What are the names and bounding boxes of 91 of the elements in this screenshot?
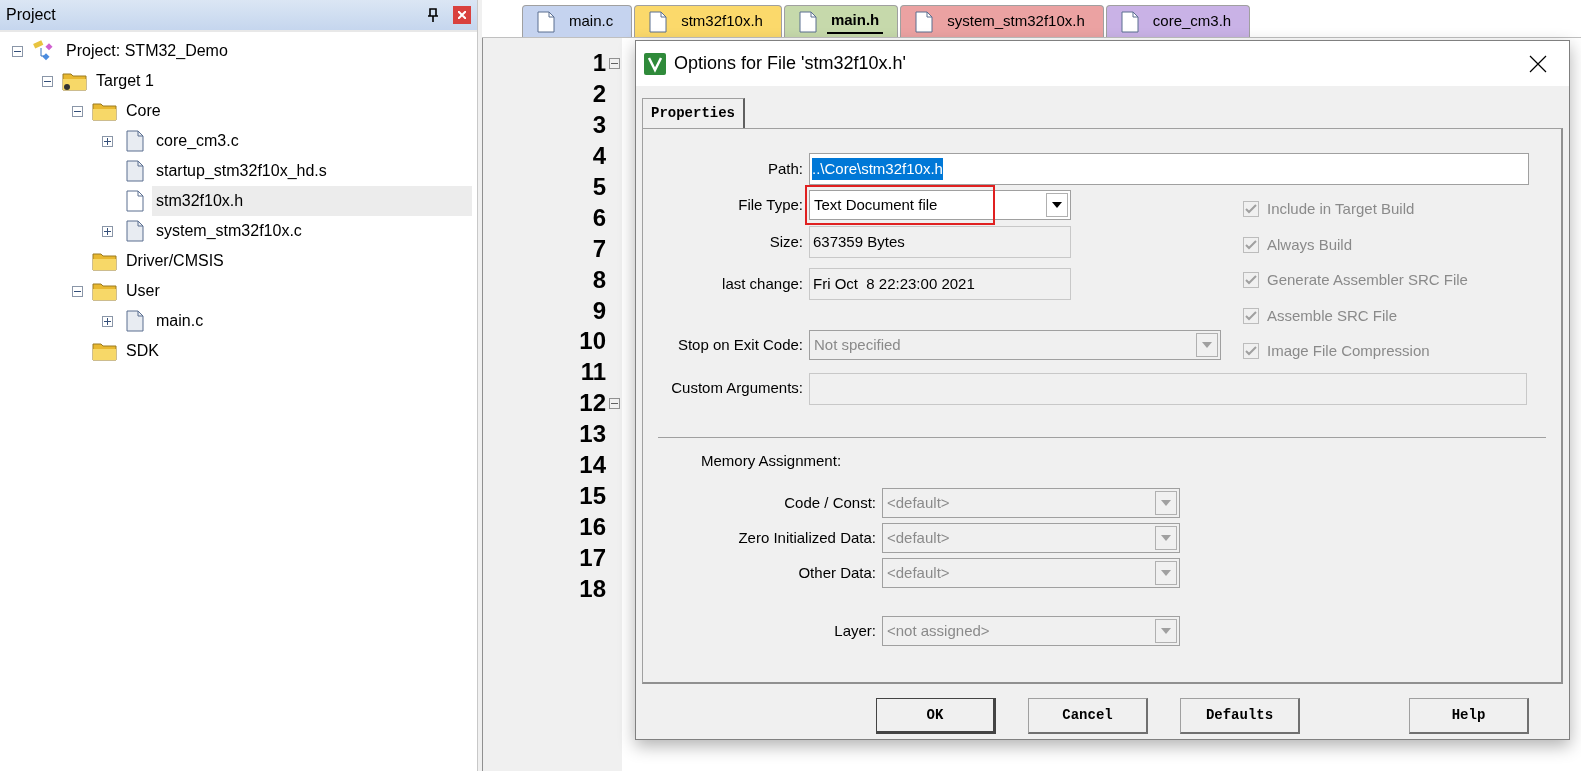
- file-tab[interactable]: main.c: [522, 5, 633, 37]
- file-icon: [798, 10, 817, 33]
- dialog-title: Options for File 'stm32f10x.h': [674, 52, 907, 75]
- checkbox-label: Generate Assembler SRC File: [1267, 270, 1468, 290]
- file-icon: [537, 10, 555, 33]
- tree-item[interactable]: core_cm3.c: [152, 126, 243, 156]
- dialog-button[interactable]: Cancel: [1028, 698, 1148, 734]
- line-number: 13: [579, 419, 606, 450]
- tree-item[interactable]: main.c: [152, 306, 208, 336]
- file-tab[interactable]: main.h: [783, 5, 899, 37]
- panel-title: Project: [6, 5, 57, 25]
- folder-icon: [92, 251, 118, 271]
- line-number: 5: [592, 172, 606, 202]
- expand-toggle[interactable]: [102, 315, 113, 327]
- file-icon: [126, 130, 144, 152]
- target-folder-icon: [62, 71, 88, 91]
- tree-item[interactable]: system_stm32f10x.c: [152, 216, 306, 246]
- file-icon: [126, 190, 144, 212]
- field-label: last change:: [721, 273, 803, 294]
- tree-item[interactable]: stm32f10x.h: [152, 186, 472, 216]
- file-icon: [126, 310, 144, 332]
- tree-item[interactable]: Project: STM32_Demo: [62, 36, 232, 66]
- line-number: 4: [592, 141, 606, 172]
- close-icon[interactable]: [1529, 54, 1547, 73]
- file-icon: [649, 10, 668, 33]
- custom-arguments-field[interactable]: [809, 372, 1527, 405]
- line-number: 10: [579, 326, 606, 357]
- dialog-button[interactable]: Help: [1409, 698, 1529, 734]
- file-icon: [915, 10, 934, 33]
- expand-toggle[interactable]: [102, 135, 113, 147]
- line-number: 9: [592, 295, 606, 326]
- collapse-toggle[interactable]: [72, 105, 83, 117]
- dialog-button[interactable]: OK: [876, 698, 996, 734]
- tree-item[interactable]: startup_stm32f10x_hd.s: [152, 156, 331, 186]
- file-type-dropdown[interactable]: Text Document file: [809, 190, 1071, 220]
- file-icon: [126, 220, 144, 242]
- line-number: 12: [579, 388, 606, 419]
- field-label: Layer:: [833, 620, 876, 641]
- tree-item[interactable]: User: [122, 276, 164, 306]
- file-icon: [126, 160, 144, 182]
- app-icon: [644, 52, 666, 75]
- section-heading: Memory Assignment:: [701, 450, 843, 471]
- line-number: 8: [592, 264, 606, 295]
- path-field[interactable]: ..\Core\stm32f10x.h: [809, 153, 1529, 185]
- tree-item[interactable]: Driver/CMSIS: [122, 246, 228, 276]
- line-number: 2: [592, 79, 606, 110]
- folder-icon: [92, 341, 118, 361]
- line-number: 3: [592, 110, 606, 141]
- last-change-field: Fri Oct 8 22:23:00 2021: [809, 268, 1071, 300]
- line-number: 16: [579, 511, 606, 542]
- field-label: Zero Initialized Data:: [737, 527, 876, 548]
- line-number: 7: [592, 233, 606, 264]
- field-label: File Type:: [737, 194, 803, 215]
- line-number: 15: [579, 480, 606, 511]
- fold-icon[interactable]: [608, 57, 620, 69]
- folder-icon: [92, 101, 118, 121]
- line-number: 6: [592, 202, 606, 233]
- pin-icon[interactable]: [427, 8, 439, 22]
- close-panel-button[interactable]: [453, 6, 471, 24]
- field-label: Other Data:: [797, 562, 876, 583]
- file-icon: [1120, 10, 1139, 33]
- field-label: Custom Arguments:: [670, 378, 803, 399]
- file-tab[interactable]: core_cm3.h: [1105, 5, 1251, 37]
- tree-item[interactable]: Core: [122, 96, 165, 126]
- folder-icon: [92, 281, 118, 301]
- collapse-toggle[interactable]: [42, 75, 53, 87]
- size-field: 637359 Bytes: [809, 226, 1071, 258]
- close-icon: [458, 11, 466, 19]
- file-tab[interactable]: stm32f10x.h: [634, 5, 782, 37]
- line-number: 17: [579, 542, 606, 573]
- checkbox-label: Assemble SRC File: [1267, 305, 1398, 326]
- tree-item[interactable]: SDK: [122, 336, 163, 366]
- checkbox-label: Image File Compression: [1267, 341, 1430, 361]
- file-tab[interactable]: system_stm32f10x.h: [900, 5, 1104, 37]
- field-label: Size:: [768, 231, 803, 252]
- checkbox-label: Include in Target Build: [1267, 199, 1415, 219]
- collapse-toggle[interactable]: [72, 285, 83, 297]
- field-label: Code / Const:: [783, 492, 876, 513]
- field-label: Stop on Exit Code:: [676, 334, 803, 355]
- field-label: Path:: [766, 158, 803, 179]
- tree-item[interactable]: Target 1: [92, 66, 158, 96]
- collapse-toggle[interactable]: [12, 45, 23, 57]
- dialog-button[interactable]: Defaults: [1180, 698, 1300, 734]
- line-number: 11: [580, 357, 606, 388]
- line-number: 18: [579, 573, 606, 604]
- fold-icon[interactable]: [608, 397, 620, 409]
- checkbox-label: Always Build: [1267, 234, 1353, 255]
- dialog-tab[interactable]: Properties: [642, 98, 745, 128]
- line-number: 1: [592, 48, 606, 79]
- expand-toggle[interactable]: [102, 225, 113, 237]
- line-number: 14: [579, 450, 606, 481]
